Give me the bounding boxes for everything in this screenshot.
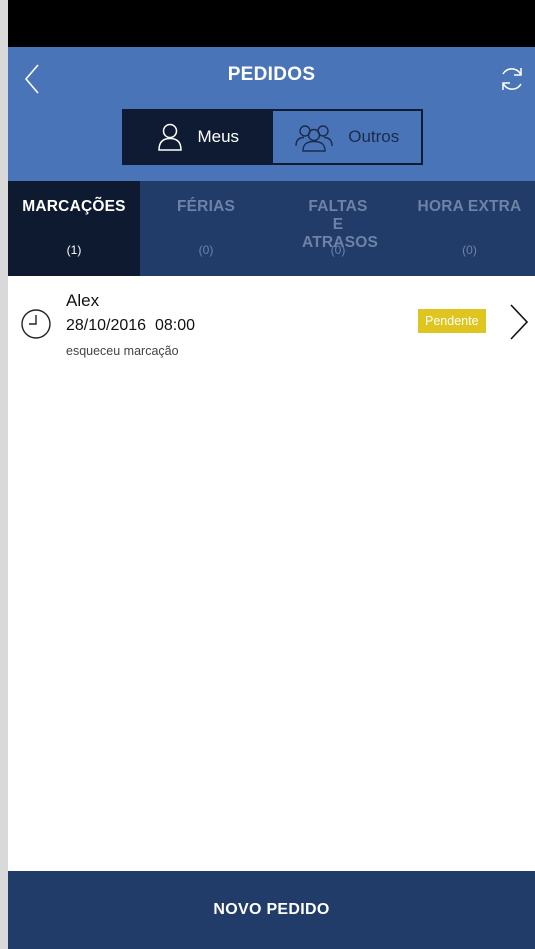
tab-label: FÉRIAS [176,198,236,215]
request-reason: esqueceu marcação [66,344,179,358]
segment-meus[interactable]: Meus [124,111,273,163]
request-datetime: 28/10/2016 08:00 [66,317,196,334]
segment-meus-label: Meus [197,127,240,146]
tab-label: HORA EXTRA [417,198,522,215]
tab-count: (0) [330,243,346,257]
tab-ferias[interactable]: FÉRIAS (0) [140,181,272,276]
tab-count: (0) [462,243,477,257]
tab-label: MARCAÇÕES [22,198,126,215]
new-request-button[interactable]: NOVO PEDIDO [8,871,535,949]
clock-icon [21,309,51,339]
tab-faltas-e-atrasos[interactable]: FALTAS E ATRASOS (0) [272,181,404,276]
chevron-right-icon[interactable] [508,303,530,341]
status-badge: Pendente [418,309,486,333]
tab-hora-extra[interactable]: HORA EXTRA (0) [404,181,535,276]
user-icon [158,123,183,151]
tab-count: (1) [66,243,82,257]
requester-name: Alex [66,291,100,310]
request-type-tabs: MARCAÇÕES (1) FÉRIAS (0) FALTAS E ATRASO… [8,181,535,276]
app-screen: PEDIDOS Meus Outros MARCAÇÕES (1) FÉRIAS… [8,0,535,949]
status-bar [8,0,535,47]
tab-count: (0) [198,243,214,257]
page-title: PEDIDOS [227,64,316,85]
segment-outros[interactable]: Outros [272,111,421,163]
header: PEDIDOS Meus Outros [8,47,535,181]
requests-list: Alex 28/10/2016 08:00 esqueceu marcação … [8,276,535,371]
refresh-icon[interactable] [497,64,527,94]
owner-segmented-control: Meus Outros [122,109,423,165]
tab-marcacoes[interactable]: MARCAÇÕES (1) [8,181,140,276]
segment-outros-label: Outros [348,127,400,146]
list-item[interactable]: Alex 28/10/2016 08:00 esqueceu marcação … [8,276,535,371]
users-group-icon [295,125,333,152]
